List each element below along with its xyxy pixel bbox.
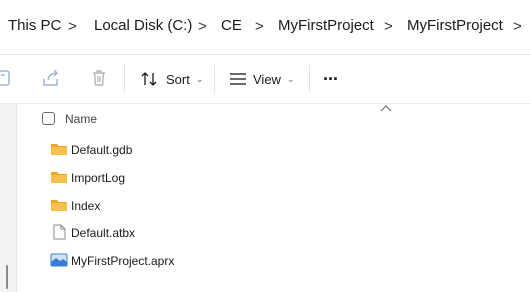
breadcrumb-separator[interactable]: > xyxy=(255,18,264,35)
breadcrumb-myfirstproject-2[interactable]: MyFirstProject xyxy=(407,17,503,34)
breadcrumb-separator[interactable]: > xyxy=(68,18,77,35)
file-name: MyFirstProject.aprx xyxy=(71,254,175,268)
sort-ascending-icon xyxy=(380,105,392,112)
scrollbar-thumb[interactable] xyxy=(6,265,8,289)
rename-icon[interactable] xyxy=(0,67,14,89)
file-name: ImportLog xyxy=(71,171,126,185)
select-all-checkbox[interactable] xyxy=(42,112,55,125)
view-icon xyxy=(230,73,246,85)
delete-icon[interactable] xyxy=(88,67,110,89)
breadcrumb: This PC > Local Disk (C:) > CE > MyFirst… xyxy=(0,0,530,54)
sort-label: Sort xyxy=(166,71,190,87)
sort-button[interactable]: Sort ⌄ xyxy=(140,65,203,93)
breadcrumb-separator[interactable]: > xyxy=(513,18,522,35)
view-label: View xyxy=(253,71,281,87)
chevron-down-icon: ⌄ xyxy=(286,73,295,84)
breadcrumb-local-disk[interactable]: Local Disk (C:) xyxy=(94,17,192,34)
file-name: Default.atbx xyxy=(71,226,136,240)
column-header-row: Name xyxy=(17,104,530,134)
view-button[interactable]: View ⌄ xyxy=(228,65,295,93)
file-icon xyxy=(53,224,66,240)
share-icon[interactable] xyxy=(40,67,62,89)
more-options-button[interactable]: ··· xyxy=(323,65,339,93)
aprx-file-icon xyxy=(50,253,68,267)
breadcrumb-this-pc[interactable]: This PC xyxy=(8,17,61,34)
navigation-pane xyxy=(0,104,17,292)
breadcrumb-separator[interactable]: > xyxy=(384,18,393,35)
list-item[interactable]: ImportLog xyxy=(17,164,530,192)
chevron-down-icon: ⌄ xyxy=(195,73,204,84)
folder-icon xyxy=(51,172,67,183)
list-item[interactable]: Default.gdb xyxy=(17,136,530,164)
folder-icon xyxy=(51,144,67,155)
toolbar-separator xyxy=(124,65,125,93)
file-name: Default.gdb xyxy=(71,143,133,157)
toolbar-separator xyxy=(214,65,215,93)
breadcrumb-ce[interactable]: CE xyxy=(221,17,242,34)
file-name: Index xyxy=(71,199,101,213)
command-bar: Sort ⌄ View ⌄ ··· xyxy=(0,55,530,103)
toolbar-separator xyxy=(309,65,310,93)
folder-icon xyxy=(51,200,67,211)
list-item[interactable]: Default.atbx xyxy=(17,219,530,247)
list-item[interactable]: MyFirstProject.aprx xyxy=(17,247,530,275)
breadcrumb-myfirstproject-1[interactable]: MyFirstProject xyxy=(278,17,374,34)
list-item[interactable]: Index xyxy=(17,192,530,220)
breadcrumb-separator[interactable]: > xyxy=(198,18,207,35)
column-header-name[interactable]: Name xyxy=(65,112,97,126)
sort-icon xyxy=(141,72,157,86)
